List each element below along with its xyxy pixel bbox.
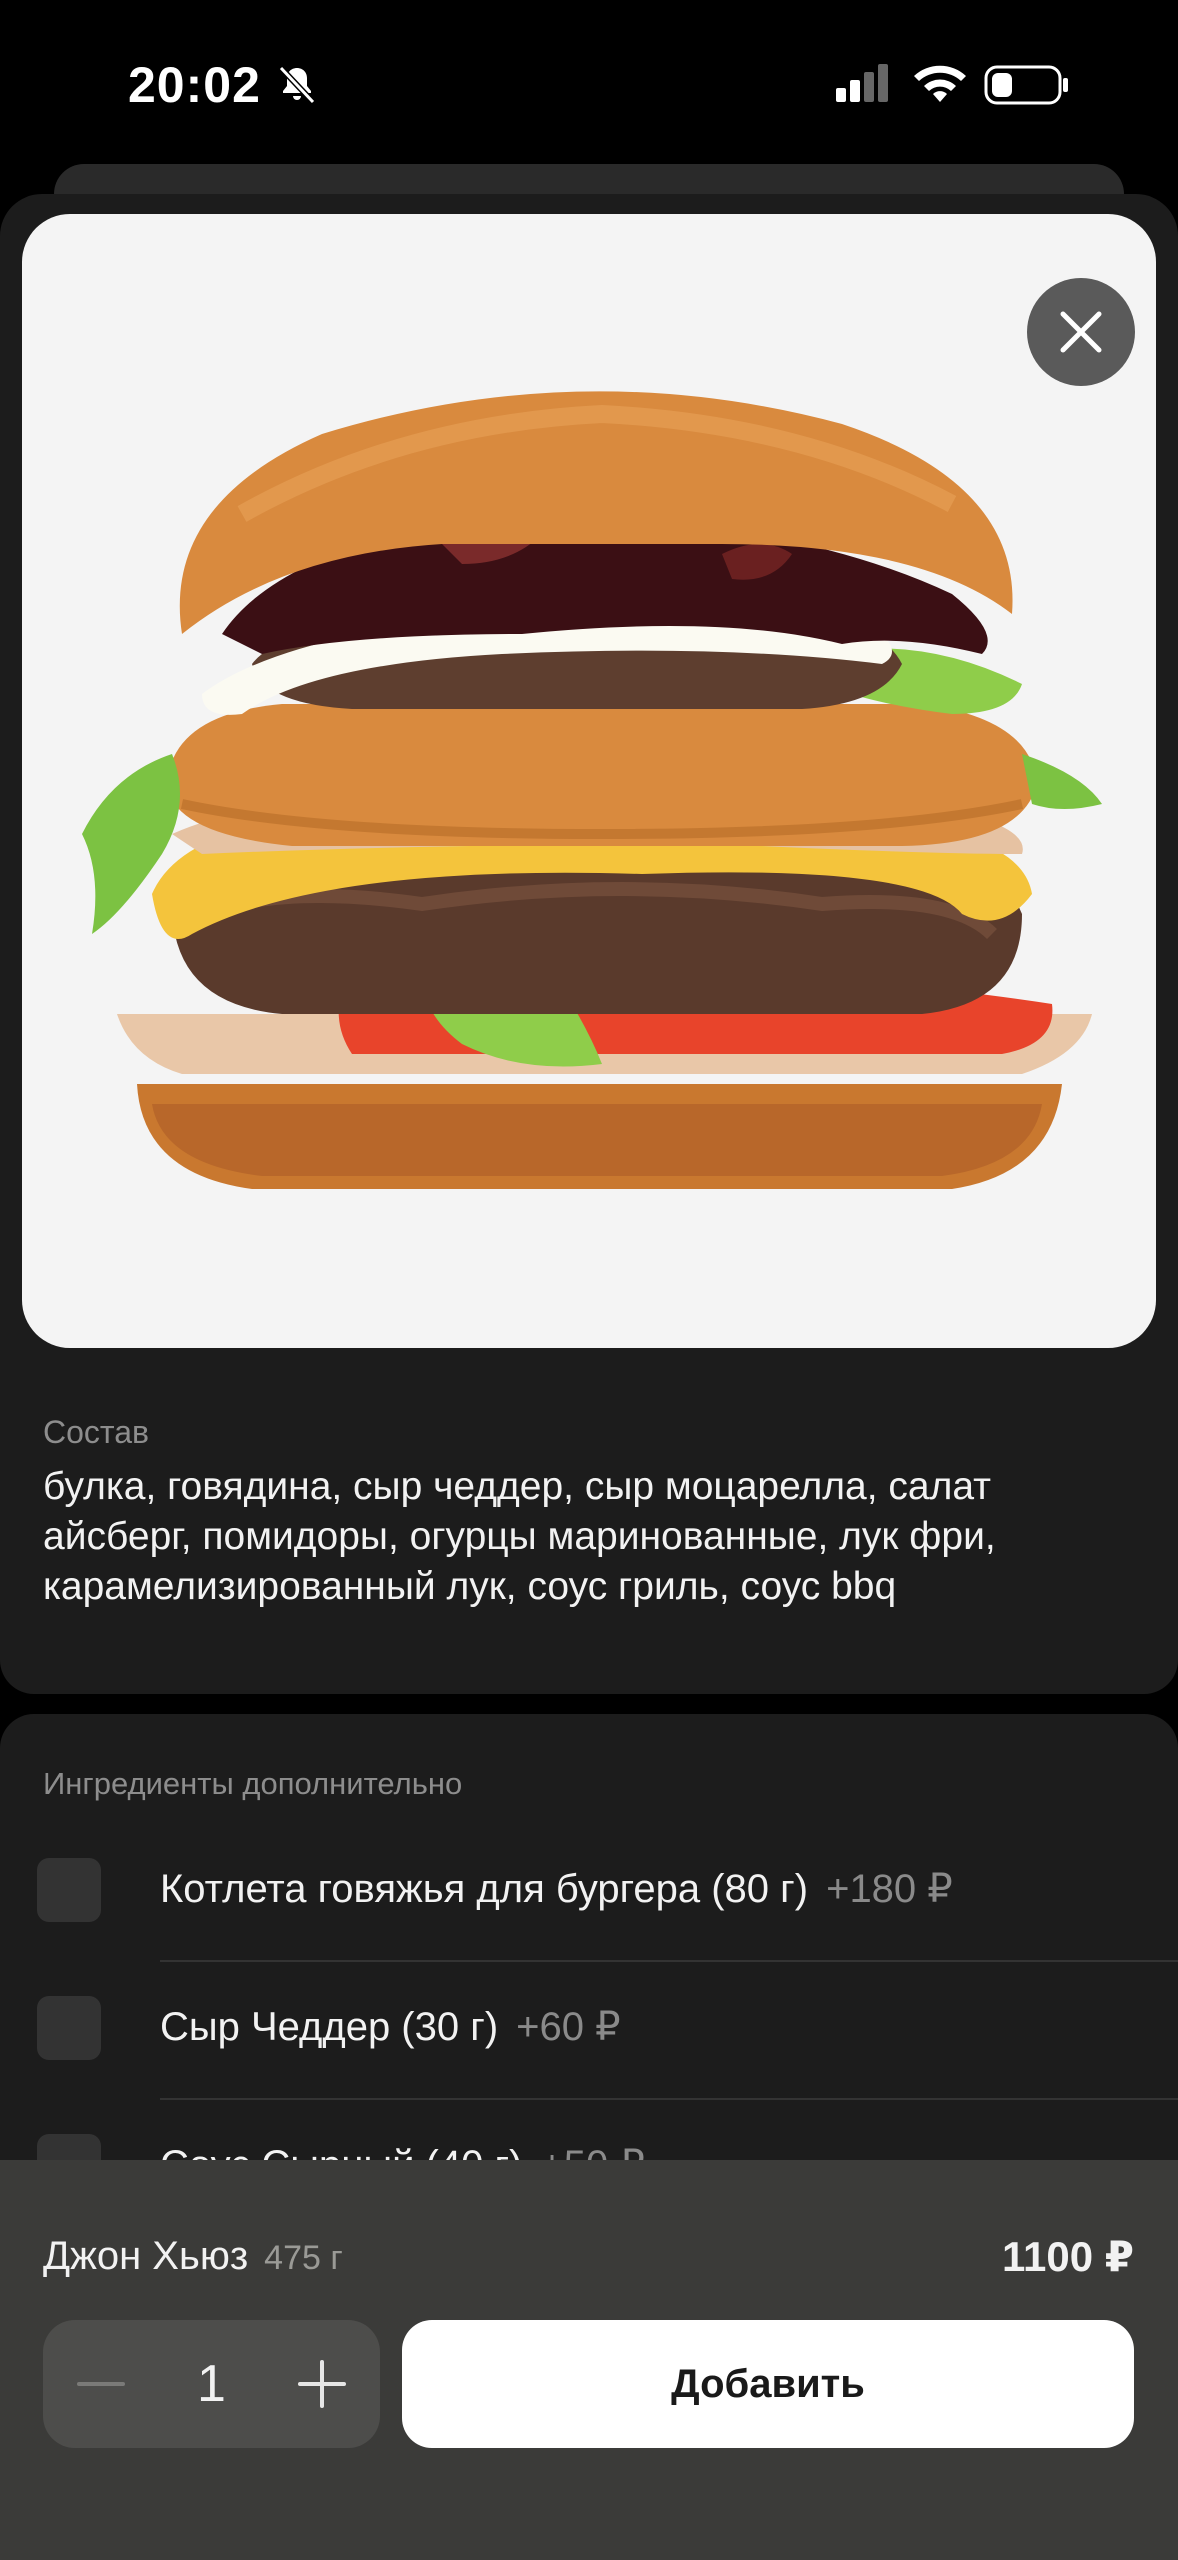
extra-item[interactable]: Котлета говяжья для бургера (80 г) +180 ₽ — [0, 1824, 1178, 1962]
product-price: 1100 ₽ — [1001, 2233, 1134, 2280]
close-button[interactable] — [1027, 278, 1135, 386]
extra-item-name: Котлета говяжья для бургера (80 г) — [160, 1867, 809, 1911]
extra-item[interactable]: Сыр Чеддер (30 г) +60 ₽ — [0, 1962, 1178, 2100]
bell-slash-icon — [278, 65, 316, 105]
extra-item-name: Сыр Чеддер (30 г) — [160, 2005, 499, 2049]
extra-item-price: +180 ₽ — [826, 1867, 953, 1911]
add-to-cart-button[interactable]: Добавить — [402, 2320, 1134, 2448]
composition-text: булка, говядина, сыр чеддер, сыр моцарел… — [43, 1465, 996, 1608]
burger-illustration — [82, 391, 1102, 1189]
close-icon — [1060, 311, 1102, 353]
battery-icon — [984, 65, 1068, 105]
quantity-stepper: 1 — [43, 2320, 380, 2448]
cellular-signal-icon — [836, 64, 888, 102]
bottom-bar: Джон Хьюз 475 г 1100 ₽ 1 Добавить — [0, 2160, 1178, 2560]
product-image — [22, 214, 1156, 1348]
product-name: Джон Хьюз — [43, 2234, 249, 2278]
status-bar: 20:02 — [0, 0, 1178, 170]
status-time: 20:02 — [128, 57, 261, 113]
composition-label: Состав — [43, 1414, 149, 1450]
increase-button[interactable] — [292, 2354, 352, 2414]
extras-title: Ингредиенты дополнительно — [43, 1766, 463, 1801]
plus-icon — [298, 2360, 346, 2408]
extra-checkbox[interactable] — [37, 1996, 101, 2060]
wifi-icon — [914, 65, 966, 102]
product-weight: 475 г — [264, 2239, 343, 2277]
extra-item-price: +60 ₽ — [516, 2005, 621, 2049]
extra-checkbox[interactable] — [37, 1858, 101, 1922]
extras-section: Ингредиенты дополнительно Котлета говяжь… — [0, 1714, 1178, 2174]
